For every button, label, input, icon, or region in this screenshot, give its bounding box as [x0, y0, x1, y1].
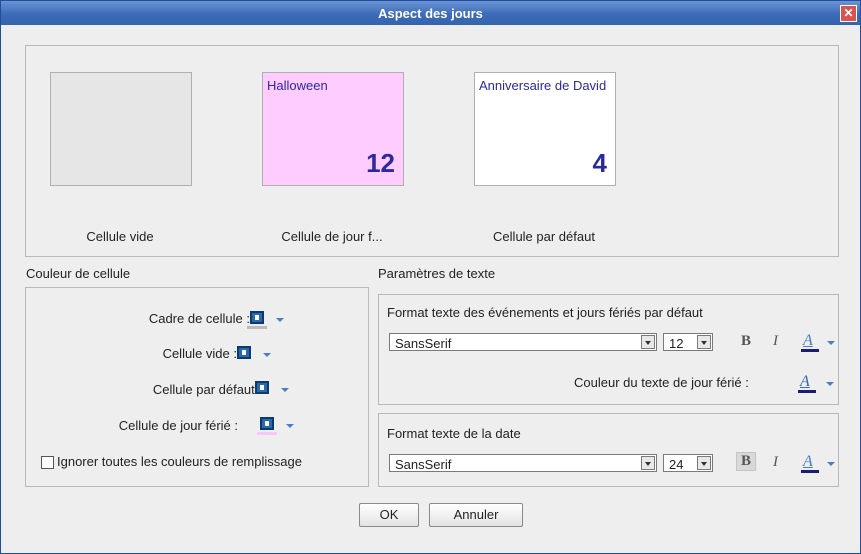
window-title: Aspect des jours	[378, 6, 483, 21]
holiday-cell-label: Cellule de jour férié :	[118, 418, 238, 433]
events-font-color-icon[interactable]: A	[801, 332, 819, 352]
events-format-panel: Format texte des événements et jours fér…	[378, 294, 839, 405]
cell-color-panel: Cadre de cellule : Cellule vide : Cellul…	[25, 287, 369, 487]
font-color-letter: A	[803, 332, 813, 349]
date-format-title: Format texte de la date	[387, 426, 521, 441]
font-color-bar	[801, 349, 819, 352]
holiday-cell-color-underline	[257, 432, 277, 435]
events-size-select[interactable]: 12	[663, 333, 713, 351]
cell-frame-dropdown-icon[interactable]	[276, 318, 284, 322]
events-format-title: Format texte des événements et jours fér…	[387, 305, 703, 320]
default-cell-dropdown-icon[interactable]	[281, 388, 289, 392]
cell-frame-color-underline	[247, 326, 267, 329]
close-icon[interactable]: ✕	[840, 5, 857, 22]
font-color-letter: A	[803, 453, 813, 470]
text-params-title: Paramètres de texte	[378, 266, 496, 281]
holiday-event-text: Halloween	[267, 78, 328, 93]
ignore-fill-checkbox[interactable]	[41, 456, 54, 469]
chevron-down-icon[interactable]	[697, 456, 711, 470]
events-bold-button[interactable]: B	[741, 333, 751, 350]
default-cell-label: Cellule par défaut :	[152, 382, 262, 397]
default-event-text: Anniversaire de David	[479, 78, 607, 93]
preview-holiday-caption: Cellule de jour f...	[281, 229, 383, 244]
preview-panel: Cellule vide Halloween 12 Cellule de jou…	[25, 45, 839, 257]
ok-button[interactable]: OK	[359, 503, 419, 527]
holiday-text-color-label: Couleur du texte de jour férié :	[574, 375, 749, 390]
font-color-letter: A	[800, 373, 810, 390]
ignore-fill-label[interactable]: Ignorer toutes les couleurs de remplissa…	[57, 454, 302, 469]
empty-cell-dropdown-icon[interactable]	[263, 353, 271, 357]
chevron-down-icon[interactable]	[697, 335, 711, 349]
date-size-select[interactable]: 24	[663, 454, 713, 472]
cell-frame-label: Cadre de cellule :	[148, 311, 250, 326]
date-font-value: SansSerif	[395, 457, 452, 472]
title-bar[interactable]: Aspect des jours ✕	[1, 1, 860, 25]
default-cell-color-icon[interactable]	[255, 381, 269, 394]
date-bold-button[interactable]: B	[736, 452, 757, 471]
preview-default-caption: Cellule par défaut	[493, 229, 595, 244]
events-size-value: 12	[669, 336, 684, 351]
holiday-cell-color-icon[interactable]	[260, 417, 274, 430]
cell-color-title: Couleur de cellule	[26, 266, 131, 281]
empty-cell-label: Cellule vide :	[162, 346, 237, 361]
font-color-bar	[801, 470, 819, 473]
preview-default-cell: Anniversaire de David 4	[474, 72, 616, 186]
date-size-value: 24	[669, 457, 684, 472]
preview-empty-caption: Cellule vide	[86, 229, 154, 244]
date-font-color-dropdown-icon[interactable]	[827, 462, 835, 466]
cell-frame-color-icon[interactable]	[250, 311, 264, 324]
chevron-down-icon[interactable]	[641, 335, 655, 349]
events-font-select[interactable]: SansSerif	[389, 333, 657, 351]
default-day-number: 4	[592, 148, 607, 178]
empty-cell-color-icon[interactable]	[237, 346, 251, 359]
events-font-value: SansSerif	[395, 336, 452, 351]
events-font-color-dropdown-icon[interactable]	[827, 341, 835, 345]
aspect-des-jours-dialog: Aspect des jours ✕ Cellule vide Hallowee…	[0, 0, 861, 554]
date-italic-button[interactable]: I	[773, 454, 778, 471]
events-italic-button[interactable]: I	[773, 333, 778, 350]
date-format-panel: Format texte de la date SansSerif 24 B I…	[378, 413, 839, 487]
preview-empty-cell	[50, 72, 192, 186]
preview-holiday-cell: Halloween 12	[262, 72, 404, 186]
holiday-text-color-icon[interactable]: A	[798, 373, 816, 393]
cancel-button[interactable]: Annuler	[429, 503, 523, 527]
holiday-day-number: 12	[366, 148, 395, 178]
date-font-color-icon[interactable]: A	[801, 453, 819, 473]
chevron-down-icon[interactable]	[641, 456, 655, 470]
holiday-text-color-dropdown-icon[interactable]	[826, 382, 834, 386]
font-color-bar	[798, 390, 816, 393]
date-font-select[interactable]: SansSerif	[389, 454, 657, 472]
holiday-cell-dropdown-icon[interactable]	[286, 424, 294, 428]
